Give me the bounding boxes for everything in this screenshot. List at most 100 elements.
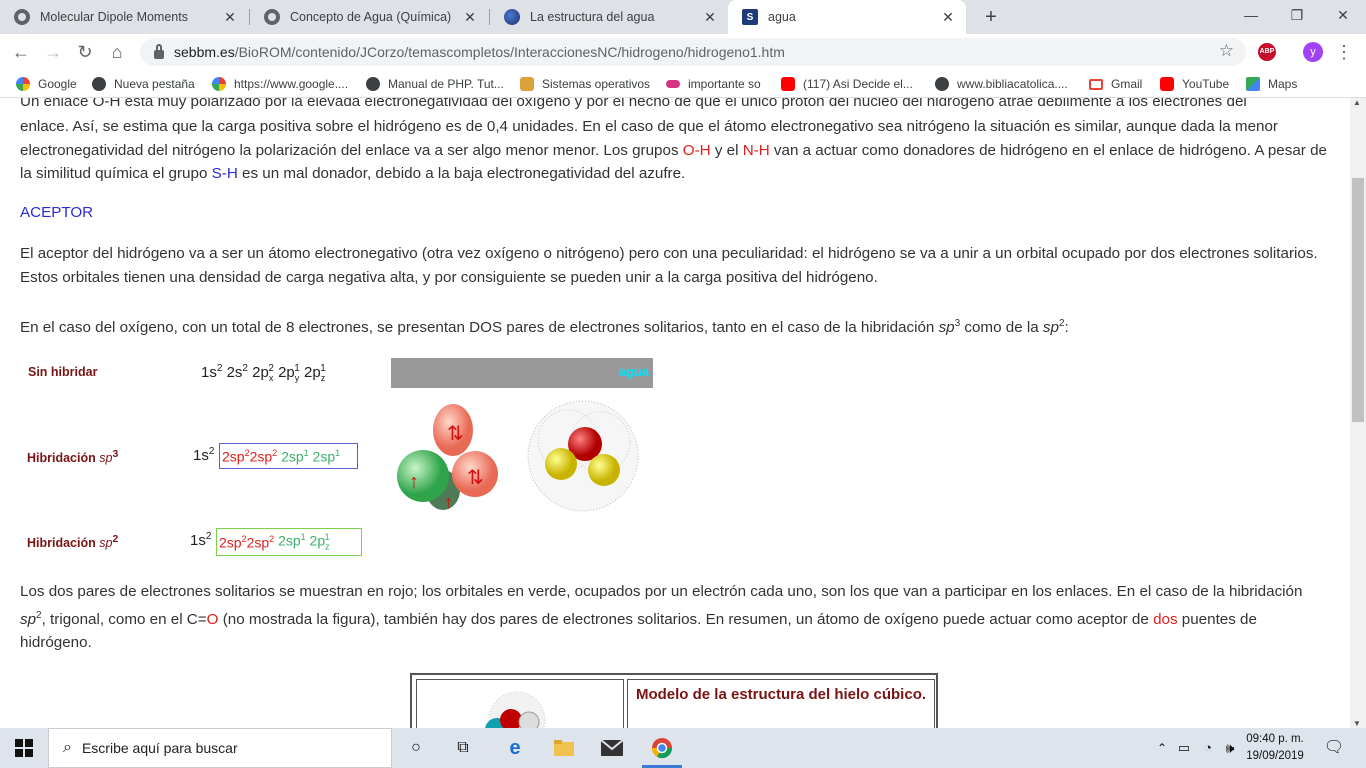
taskbar-search-input[interactable]: ⌕ Escribe aquí para buscar [48, 728, 392, 768]
google-icon [212, 77, 226, 91]
earth-icon [504, 9, 520, 25]
tab-strip: Molecular Dipole Moments ✕ Concepto de A… [0, 0, 1366, 34]
window-close-button[interactable]: ✕ [1320, 0, 1366, 30]
reload-button[interactable]: ↻ [72, 39, 98, 65]
bookmark-biblia[interactable]: www.bibliacatolica.... [935, 75, 1068, 93]
bookmark-google-url[interactable]: https://www.google.... [212, 75, 348, 93]
water-molecule-image [527, 400, 639, 512]
close-icon[interactable]: ✕ [220, 9, 240, 26]
tab-agua[interactable]: S agua ✕ [728, 0, 966, 34]
svg-text:⇅: ⇅ [447, 423, 464, 445]
notifications-icon[interactable]: 🗨 [1322, 736, 1346, 760]
battery-icon[interactable]: ▭ [1172, 736, 1196, 760]
sh-group: S-H [211, 165, 238, 182]
globe-icon [14, 9, 30, 25]
task-view-icon[interactable]: ⧉ [451, 736, 475, 760]
section-heading-aceptor: ACEPTOR [20, 204, 94, 221]
svg-text:↑: ↑ [444, 492, 453, 512]
address-bar[interactable]: sebbm.es/BioROM/contenido/JCorzo/temasco… [140, 38, 1246, 66]
cortana-icon[interactable]: ○ [404, 736, 428, 760]
tray-chevron-icon[interactable]: ⌃ [1150, 736, 1174, 760]
close-icon[interactable]: ✕ [938, 9, 958, 26]
paragraph-donor: enlace. Así, se estima que la carga posi… [20, 118, 1327, 182]
config-sp3-core: 1s2 [193, 446, 215, 464]
globe-icon [935, 77, 949, 91]
minimize-button[interactable]: — [1228, 0, 1274, 30]
volume-icon[interactable]: 🕪 [1218, 736, 1242, 760]
agua-banner: agua [391, 358, 653, 388]
globe-icon [92, 77, 106, 91]
taskbar-clock[interactable]: 09:40 p. m. 19/09/2019 [1240, 731, 1310, 765]
bookmarks-bar: Google Nueva pestaña https://www.google.… [0, 70, 1366, 98]
maps-icon [1246, 77, 1260, 91]
bookmark-star-icon[interactable]: ☆ [1219, 41, 1234, 61]
label-hibridacion-sp2: Hibridación sp2 [27, 534, 119, 551]
svg-text:↑: ↑ [409, 471, 419, 493]
tab-concepto-agua[interactable]: Concepto de Agua (Química) ✕ [250, 0, 488, 34]
scrollbar-thumb[interactable] [1352, 178, 1364, 422]
chrome-taskbar-icon[interactable] [650, 736, 674, 760]
bookmark-google[interactable]: Google [16, 75, 77, 93]
tab-title: agua [768, 10, 796, 24]
globe-icon [264, 9, 280, 25]
paragraph-oxygen: En el caso del oxígeno, con un total de … [20, 318, 1069, 337]
paragraph-acceptor: El aceptor del hidrógeno va a ser un áto… [20, 245, 1318, 286]
bookmark-youtube[interactable]: YouTube [1160, 75, 1229, 93]
config-sp2-box: 2sp22sp2 2sp1 2pz1 [216, 528, 362, 556]
menu-kebab-icon[interactable]: ⋮ [1334, 41, 1354, 63]
sp3-orbitals-image: ⇅ ⇅ ↑ ↑ [397, 404, 498, 512]
network-icon[interactable]: ◔ [1196, 736, 1220, 760]
search-icon: ⌕ [63, 739, 72, 756]
site-logo-icon: S [742, 9, 758, 25]
adblock-plus-icon[interactable]: ABP [1258, 43, 1276, 61]
config-sp2-core: 1s2 [190, 531, 212, 549]
google-icon [16, 77, 30, 91]
bookmark-gmail[interactable]: Gmail [1089, 75, 1142, 93]
bookmark-new-tab[interactable]: Nueva pestaña [92, 75, 195, 93]
edge-icon[interactable]: e [503, 736, 527, 760]
scroll-down-arrow-icon[interactable]: ▼ [1353, 719, 1361, 728]
youtube-icon [781, 77, 795, 91]
bookmark-sistemas[interactable]: Sistemas operativos [520, 75, 650, 93]
ice-model-image-cell [416, 679, 624, 728]
forward-button[interactable]: → [40, 39, 66, 65]
label-hibridacion-sp3: Hibridación sp3 [27, 449, 119, 466]
mail-icon[interactable] [600, 736, 624, 760]
home-button[interactable]: ⌂ [104, 39, 130, 65]
close-icon[interactable]: ✕ [700, 9, 720, 26]
browser-toolbar: ← → ↻ ⌂ sebbm.es/BioROM/contenido/JCorzo… [0, 34, 1366, 70]
ice-molecule-image [485, 691, 546, 728]
label-sin-hibridar: Sin hibridar [28, 365, 98, 379]
oh-group: O-H [682, 141, 711, 159]
bookmark-maps[interactable]: Maps [1246, 75, 1297, 93]
close-icon[interactable]: ✕ [460, 9, 480, 26]
bookmark-importante[interactable]: importante so [666, 75, 761, 93]
tab-title: La estructura del agua [530, 10, 655, 24]
globe-icon [366, 77, 380, 91]
config-sp3-box: 2sp22sp2 2sp1 2sp1 [219, 443, 358, 469]
puzzle-icon [520, 77, 534, 91]
tab-title: Concepto de Agua (Química) [290, 10, 452, 24]
paragraph-cut-line: Un enlace O-H está muy polarizado por la… [20, 98, 1247, 110]
table-title: Modelo de la estructura del hielo cúbico… [627, 679, 935, 728]
file-explorer-icon[interactable] [552, 736, 576, 760]
bookmark-youtube-117[interactable]: (117) Asi Decide el... [781, 75, 913, 93]
windows-taskbar: ⌕ Escribe aquí para buscar ○ ⧉ e ⌃ ▭ ◔ 🕪… [0, 728, 1366, 768]
profile-avatar[interactable]: y [1303, 42, 1323, 62]
page-content: Un enlace O-H está muy polarizado por la… [0, 98, 1350, 728]
maximize-button[interactable]: ❐ [1274, 0, 1320, 30]
svg-text:⇅: ⇅ [467, 467, 484, 489]
lock-icon [154, 43, 164, 59]
new-tab-button[interactable]: + [978, 4, 1004, 30]
tab-molecular-dipole[interactable]: Molecular Dipole Moments ✕ [0, 0, 248, 34]
paragraph-summary: Los dos pares de electrones solitarios s… [20, 583, 1303, 652]
config-sin-hibridar: 1s2 2s2 2px2 2py1 2pz1 [201, 363, 326, 383]
back-button[interactable]: ← [8, 39, 34, 65]
scroll-up-arrow-icon[interactable]: ▲ [1353, 98, 1361, 107]
gmail-icon [1089, 78, 1103, 90]
nh-group: N-H [742, 141, 770, 159]
tab-estructura-agua[interactable]: La estructura del agua ✕ [490, 0, 728, 34]
windows-start-icon[interactable] [12, 736, 36, 760]
youtube-icon [1160, 77, 1174, 91]
bookmark-manual-php[interactable]: Manual de PHP. Tut... [366, 75, 504, 93]
